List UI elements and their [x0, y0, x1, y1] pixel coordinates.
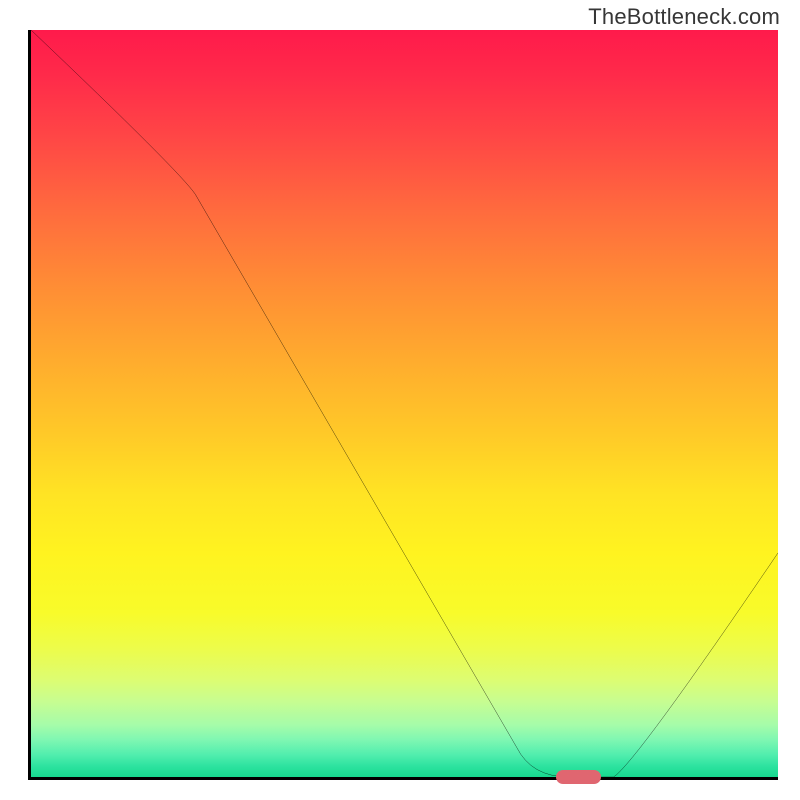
chart-container: TheBottleneck.com	[0, 0, 800, 800]
severity-gradient	[31, 30, 778, 777]
sweet-spot-marker	[556, 770, 601, 784]
plot-area	[28, 30, 778, 780]
watermark-label: TheBottleneck.com	[588, 4, 780, 30]
